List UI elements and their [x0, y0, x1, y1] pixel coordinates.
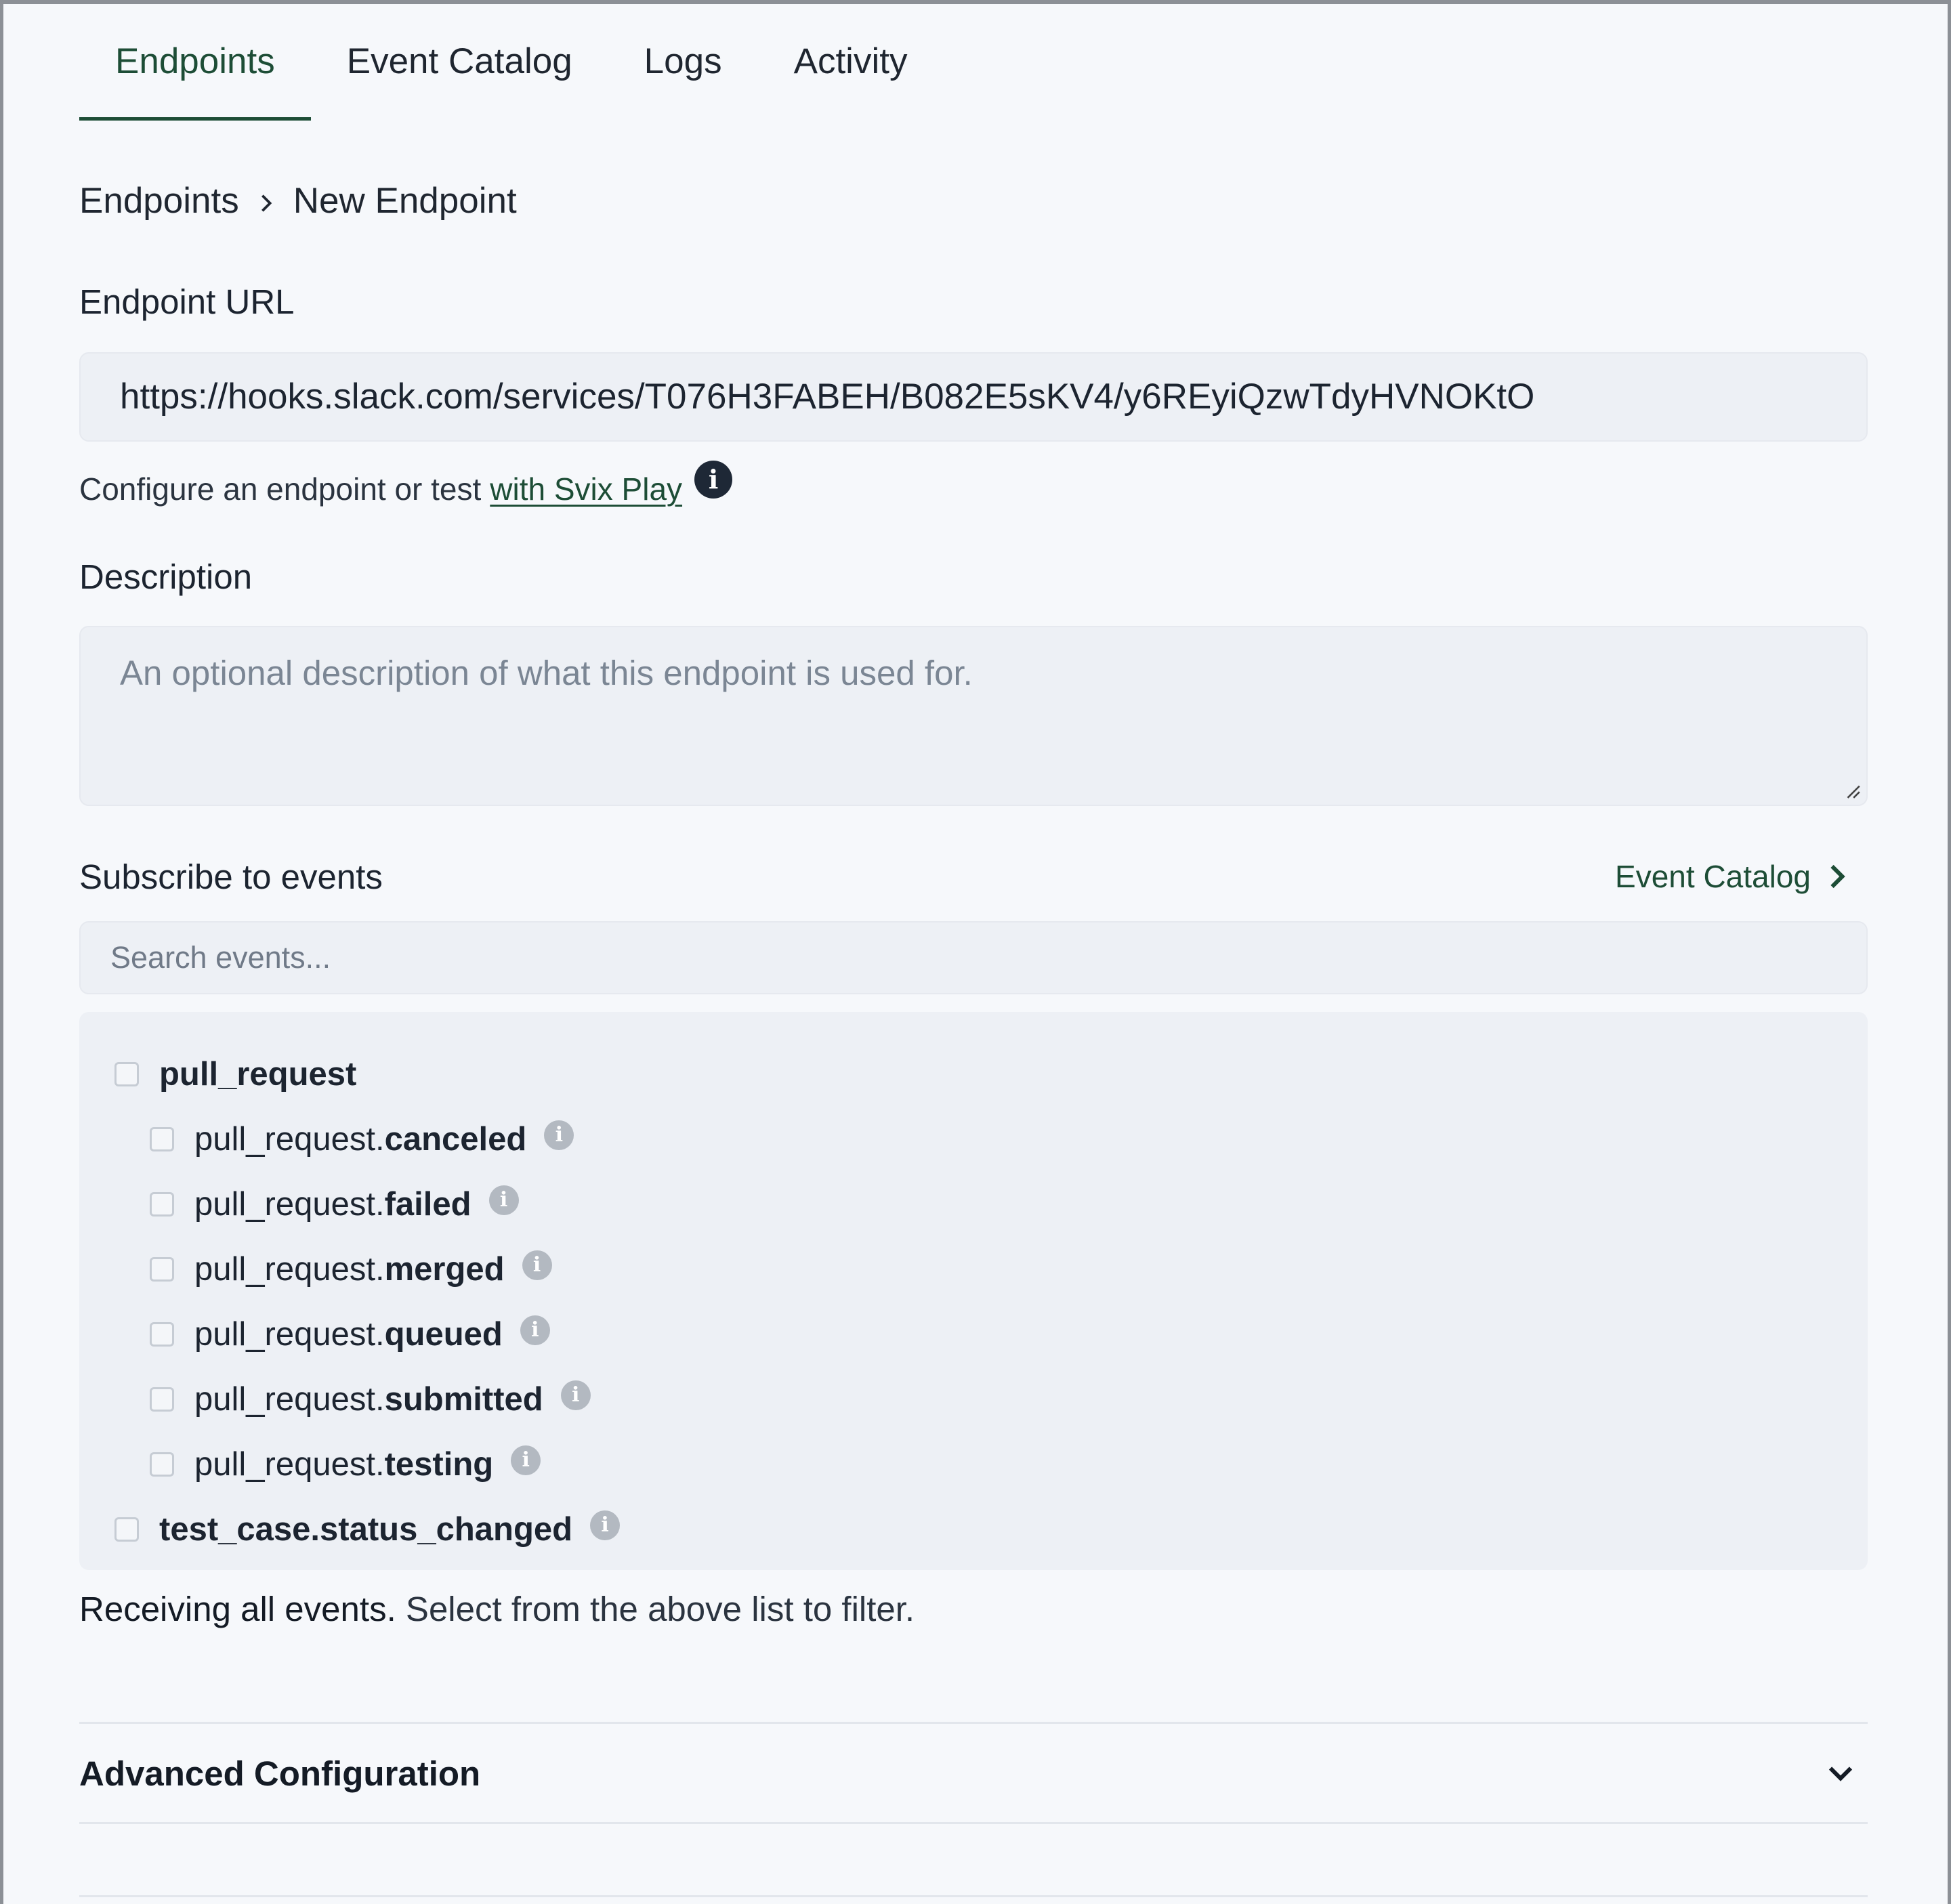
tab-activity[interactable]: Activity — [758, 31, 944, 121]
event-pull-request-canceled[interactable]: pull_request. canceled i — [79, 1107, 1868, 1172]
divider — [79, 1822, 1868, 1824]
event-pull-request-testing[interactable]: pull_request. testing i — [79, 1432, 1868, 1497]
endpoint-url-label: Endpoint URL — [79, 282, 295, 321]
event-prefix: pull_request. — [194, 1446, 385, 1483]
event-checkbox[interactable] — [150, 1127, 174, 1151]
info-icon[interactable]: i — [511, 1445, 541, 1475]
event-name: queued — [384, 1316, 503, 1353]
event-name: pull_request — [159, 1056, 357, 1093]
event-prefix: pull_request. — [194, 1316, 385, 1353]
chevron-down-icon — [1828, 1767, 1853, 1781]
breadcrumb: Endpoints New Endpoint — [79, 175, 517, 226]
events-list: pull_request pull_request. canceled i pul… — [79, 1012, 1868, 1570]
info-icon[interactable]: i — [560, 1380, 591, 1410]
tab-logs[interactable]: Logs — [608, 31, 758, 121]
event-name: submitted — [384, 1381, 543, 1418]
event-prefix: pull_request. — [194, 1186, 385, 1223]
event-pull-request-submitted[interactable]: pull_request. submitted i — [79, 1367, 1868, 1432]
description-textarea[interactable]: An optional description of what this end… — [79, 626, 1868, 806]
endpoint-url-input[interactable]: https://hooks.slack.com/services/T076H3F… — [79, 352, 1868, 442]
breadcrumb-current: New Endpoint — [293, 180, 517, 221]
app-window: Endpoints Event Catalog Logs Activity En… — [0, 0, 1951, 1904]
endpoint-helper: Configure an endpoint or test with Svix … — [79, 461, 733, 508]
event-name: failed — [384, 1186, 471, 1223]
tab-endpoints[interactable]: Endpoints — [79, 31, 311, 121]
event-catalog-link[interactable]: Event Catalog — [1615, 858, 1847, 895]
event-checkbox[interactable] — [114, 1517, 139, 1542]
description-label: Description — [79, 557, 253, 596]
event-prefix: pull_request. — [194, 1381, 385, 1418]
chevron-right-icon — [1830, 864, 1845, 889]
event-checkbox[interactable] — [150, 1192, 174, 1217]
event-group-pull-request[interactable]: pull_request — [79, 1042, 1868, 1107]
tab-event-catalog[interactable]: Event Catalog — [311, 31, 608, 121]
svix-play-link[interactable]: with Svix Play — [490, 471, 682, 507]
info-icon[interactable]: i — [520, 1315, 550, 1345]
event-name: merged — [384, 1251, 505, 1288]
info-icon[interactable]: i — [694, 461, 733, 499]
event-checkbox[interactable] — [150, 1452, 174, 1477]
advanced-configuration-toggle[interactable]: Advanced Configuration — [79, 1723, 1868, 1823]
event-checkbox[interactable] — [150, 1322, 174, 1347]
description-placeholder: An optional description of what this end… — [120, 654, 973, 692]
advanced-configuration-title: Advanced Configuration — [79, 1754, 481, 1793]
subscribe-header: Subscribe to events Event Catalog — [79, 851, 1868, 902]
event-prefix: pull_request. — [194, 1121, 385, 1158]
event-prefix: pull_request. — [194, 1251, 385, 1288]
receiving-status-strong: Receiving all events. — [79, 1590, 396, 1628]
receiving-status-rest: Select from the above list to filter. — [405, 1590, 915, 1628]
info-icon[interactable]: i — [544, 1120, 574, 1150]
event-checkbox[interactable] — [114, 1062, 139, 1086]
event-pull-request-queued[interactable]: pull_request. queued i — [79, 1302, 1868, 1367]
info-icon[interactable]: i — [590, 1510, 621, 1540]
tab-bar: Endpoints Event Catalog Logs Activity — [79, 31, 943, 121]
breadcrumb-endpoints-link[interactable]: Endpoints — [79, 180, 239, 221]
event-name: canceled — [384, 1121, 527, 1158]
resize-handle-icon[interactable] — [1843, 782, 1861, 799]
event-name: test_case.status_changed — [159, 1511, 573, 1548]
event-checkbox[interactable] — [150, 1387, 174, 1412]
info-icon[interactable]: i — [488, 1185, 519, 1215]
receiving-status: Receiving all events. Select from the ab… — [79, 1589, 915, 1629]
subscribe-title: Subscribe to events — [79, 857, 383, 896]
event-pull-request-failed[interactable]: pull_request. failed i — [79, 1172, 1868, 1237]
event-checkbox[interactable] — [150, 1257, 174, 1282]
info-icon[interactable]: i — [522, 1250, 552, 1280]
divider — [79, 1895, 1868, 1897]
chevron-right-icon — [239, 180, 293, 221]
helper-text: Configure an endpoint or test — [79, 471, 482, 507]
event-catalog-link-label: Event Catalog — [1615, 859, 1811, 894]
event-test-case-status-changed[interactable]: test_case.status_changed i — [79, 1497, 1868, 1562]
event-pull-request-merged[interactable]: pull_request. merged i — [79, 1237, 1868, 1302]
event-name: testing — [384, 1446, 494, 1483]
search-events-input[interactable]: Search events... — [79, 921, 1868, 994]
